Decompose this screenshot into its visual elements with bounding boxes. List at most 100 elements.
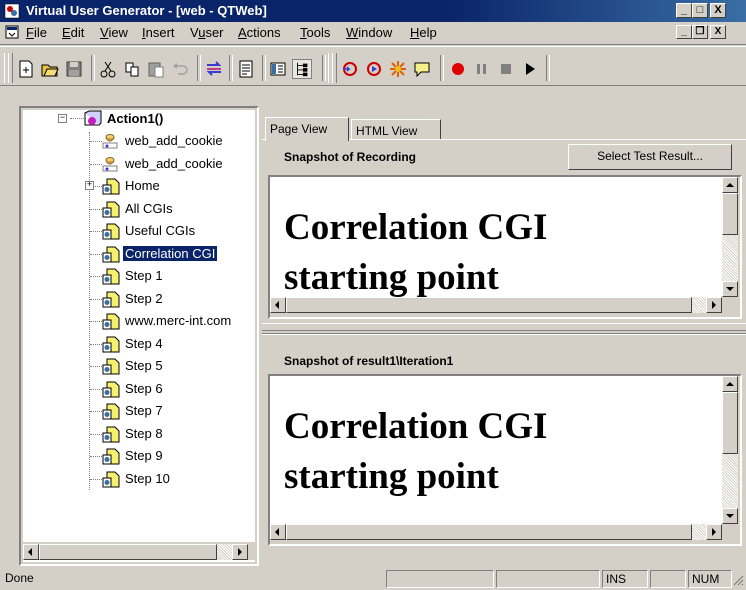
script-view-icon[interactable] <box>236 59 256 79</box>
tree-item-label: Correlation CGI <box>121 244 219 262</box>
recording-scroll-left-button[interactable] <box>270 297 286 313</box>
root-collapse-toggle[interactable]: − <box>58 114 67 123</box>
cut-icon[interactable] <box>98 59 118 79</box>
copy-icon[interactable] <box>122 59 142 79</box>
tree-connector <box>70 118 84 119</box>
close-button[interactable]: X <box>710 3 726 18</box>
tree-item-label: Step 8 <box>125 425 163 441</box>
menu-view-rest: iew <box>108 25 128 40</box>
document-system-menu-icon[interactable] <box>4 24 20 40</box>
page-icon <box>102 336 120 352</box>
scroll-down-arrow-icon <box>726 514 734 518</box>
result-scroll-down-button[interactable] <box>722 508 738 524</box>
run-step-icon[interactable] <box>364 59 384 79</box>
page-icon <box>102 471 120 487</box>
menu-edit[interactable]: Edit <box>62 25 84 40</box>
script-tree[interactable]: − Action1() web_add_cookie web_add_cookie… <box>23 110 255 562</box>
menu-view[interactable]: View <box>100 25 128 40</box>
tree-item-label: All CGIs <box>125 200 173 216</box>
menu-file[interactable]: File <box>26 25 47 40</box>
run-icon[interactable] <box>520 59 540 79</box>
result-scroll-right-button[interactable] <box>706 524 722 540</box>
menu-window[interactable]: Window <box>346 25 392 40</box>
recording-content-line1: Correlation CGI <box>284 207 548 248</box>
pane-splitter[interactable] <box>262 323 746 331</box>
page-icon <box>102 223 120 240</box>
mdi-restore-button[interactable]: ❐ <box>692 25 708 39</box>
scroll-left-arrow-icon <box>275 528 279 536</box>
status-panel-empty-1 <box>386 570 494 588</box>
recording-hscroll-thumb[interactable] <box>286 297 692 313</box>
stop-icon[interactable] <box>496 59 516 79</box>
recording-scroll-down-button[interactable] <box>722 281 738 297</box>
menu-insert[interactable]: Insert <box>142 25 175 40</box>
cookie-icon <box>102 156 118 171</box>
status-ins: INS <box>602 570 648 588</box>
mdi-close-button[interactable]: X <box>710 25 726 39</box>
recording-snapshot-view[interactable]: Correlation CGI starting point <box>270 177 722 297</box>
tree-item-label: Step 6 <box>125 380 163 396</box>
scroll-right-arrow-icon <box>238 548 242 556</box>
tree-scroll-right-button[interactable] <box>232 544 248 560</box>
action-icon <box>84 110 102 126</box>
menu-help[interactable]: Help <box>410 25 437 40</box>
select-test-result-button[interactable]: Select Test Result... <box>568 144 732 170</box>
tree-scroll-left-button[interactable] <box>23 544 39 560</box>
toolbar-separator <box>197 55 201 81</box>
page-icon <box>102 426 120 442</box>
mdi-minimize-button[interactable]: _ <box>676 25 692 39</box>
recording-scroll-right-button[interactable] <box>706 297 722 313</box>
tree-item-label: Home <box>125 178 160 193</box>
recording-scroll-up-button[interactable] <box>722 177 738 193</box>
result-scroll-up-button[interactable] <box>722 376 738 392</box>
page-icon <box>102 291 120 307</box>
tab-html-view[interactable]: HTML View <box>351 119 441 139</box>
save-icon[interactable] <box>64 59 84 79</box>
tab-page-view-label: Page View <box>270 122 328 136</box>
compile-icon[interactable] <box>204 59 224 79</box>
maximize-button[interactable]: □ <box>692 3 708 18</box>
page-icon <box>102 201 120 217</box>
tree-expand-toggle[interactable]: + <box>85 181 94 190</box>
tree-view-pane-icon[interactable] <box>268 59 288 79</box>
menu-insert-rest: nsert <box>145 25 175 40</box>
pause-icon[interactable] <box>472 59 492 79</box>
menu-vuser[interactable]: Vuser <box>190 25 224 40</box>
record-icon[interactable] <box>448 59 468 79</box>
result-scroll-left-button[interactable] <box>270 524 286 540</box>
scroll-right-arrow-icon <box>712 301 716 309</box>
tree-item-label: Step 9 <box>125 448 163 463</box>
vugen-app-icon[interactable] <box>4 3 20 19</box>
recording-vscroll-thumb[interactable] <box>722 193 738 235</box>
result-vscroll-thumb[interactable] <box>722 392 738 454</box>
status-num: NUM <box>688 570 732 588</box>
resize-grip-icon[interactable] <box>732 574 744 586</box>
tree-hscroll-thumb[interactable] <box>39 544 217 560</box>
toolbar-grip-2[interactable] <box>8 53 13 83</box>
toolbar-grip-4[interactable] <box>332 53 337 83</box>
paste-icon[interactable] <box>146 59 166 79</box>
new-icon[interactable] <box>16 59 36 79</box>
tree-item-label: Step 1 <box>125 268 163 283</box>
result-hscroll-thumb[interactable] <box>286 524 692 540</box>
open-icon[interactable] <box>40 59 60 79</box>
tree-item-label: Step 10 <box>125 470 170 486</box>
menu-help-rest: elp <box>419 25 437 40</box>
undo-icon[interactable] <box>170 59 190 79</box>
menu-tools[interactable]: Tools <box>300 25 330 40</box>
toolbar-separator <box>229 55 233 81</box>
tab-page-view[interactable]: Page View <box>265 117 349 141</box>
title-bar[interactable]: Virtual User Generator - [web - QTWeb] _… <box>0 0 746 22</box>
record-into-action-icon[interactable] <box>340 59 360 79</box>
toolbar-separator <box>262 55 266 81</box>
minimize-button[interactable]: _ <box>676 3 692 18</box>
tree-item-label: Step 2 <box>125 290 163 306</box>
menu-actions[interactable]: Actions <box>238 25 281 40</box>
window-title: Virtual User Generator - [web - QTWeb] <box>26 3 267 18</box>
comment-icon[interactable] <box>412 59 432 79</box>
status-bar: Done INS NUM <box>0 568 746 590</box>
status-panel-empty-3 <box>650 570 686 588</box>
tree-view-icon[interactable] <box>292 59 312 79</box>
result-snapshot-view[interactable]: Correlation CGI starting point <box>270 376 722 524</box>
insert-transaction-icon[interactable] <box>388 59 408 79</box>
